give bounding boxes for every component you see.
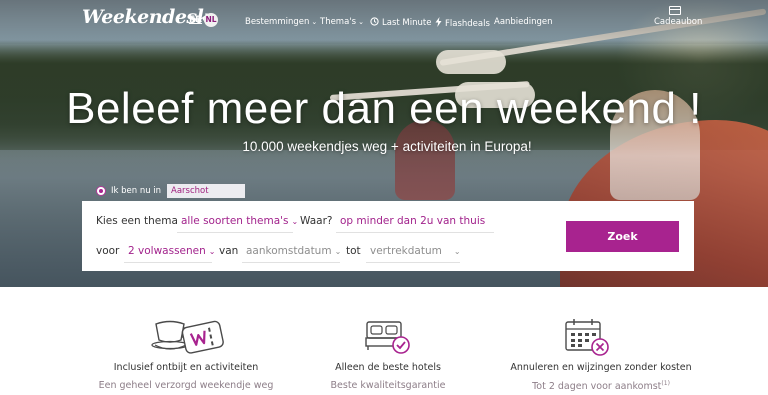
footnote-marker[interactable]: (1) [661, 380, 670, 387]
hero-subline: 10.000 weekendjes weg + activiteiten in … [242, 139, 532, 154]
location-label: Ik ben nu in [111, 186, 162, 196]
guests-for-label: voor [96, 245, 120, 257]
nav-aanbiedingen[interactable]: Aanbiedingen [494, 17, 553, 27]
arrival-underline [242, 262, 340, 263]
feature-2-subtitle: Beste kwaliteitsgarantie [330, 380, 446, 391]
where-underline [336, 232, 494, 233]
departure-to-label: tot [346, 245, 361, 257]
search-submit-button[interactable]: Zoek [566, 221, 679, 252]
arrival-date-input[interactable]: aankomstdatum ⌄ [246, 245, 341, 257]
nav-themas[interactable]: Thema's ⌄ [320, 17, 364, 27]
hero-headline: Beleef meer dan een weekend ! [66, 84, 702, 133]
nav-bestemmingen-label: Bestemmingen [245, 17, 310, 27]
departure-date-input[interactable]: vertrekdatum ⌄ [370, 245, 461, 257]
hero-paddle-blade-right [436, 50, 506, 74]
breakfast-voucher-icon [150, 316, 228, 362]
lightning-icon [435, 17, 442, 30]
theme-select[interactable]: alle soorten thema's ⌄ [181, 215, 298, 227]
nav-themas-label: Thema's [320, 17, 357, 27]
hotel-bed-icon [365, 318, 413, 362]
chevron-down-icon: ⌄ [453, 247, 461, 256]
guests-underline [124, 262, 212, 263]
chevron-down-icon: ⌄ [334, 247, 342, 256]
where-label: Waar? [300, 215, 333, 227]
language-nl-badge[interactable]: NL [204, 13, 218, 27]
guests-select-value: 2 volwassenen [128, 245, 206, 257]
feature-3-subtitle: Tot 2 dagen voor aankomst [532, 381, 662, 393]
theme-select-value: alle soorten thema's [181, 215, 289, 227]
theme-label: Kies een thema [96, 215, 178, 227]
feature-2-title: Alleen de beste hotels [335, 362, 441, 373]
nav-flashdeals-label: Flashdeals [445, 19, 490, 29]
feature-1-title: Inclusief ontbijt en activiteiten [113, 362, 259, 373]
clock-icon [370, 17, 379, 29]
feature-3-title: Annuleren en wijzingen zonder kosten [510, 362, 692, 373]
where-select[interactable]: op minder dan 2u van thuis [340, 215, 485, 227]
chevron-down-icon: ⌄ [358, 18, 364, 26]
departure-date-placeholder: vertrekdatum [370, 245, 442, 257]
nav-aanbiedingen-label: Aanbiedingen [494, 17, 553, 27]
location-radio[interactable] [96, 186, 106, 196]
arrival-from-label: van [219, 245, 239, 257]
nav-flashdeals[interactable]: Flashdeals [435, 17, 490, 30]
feature-3-subtitle-wrap: Tot 2 dagen voor aankomst(1) [488, 380, 714, 392]
chevron-down-icon: ⌄ [291, 217, 299, 226]
departure-underline [366, 262, 460, 263]
arrival-date-placeholder: aankomstdatum [246, 245, 332, 257]
chevron-down-icon: ⌄ [311, 18, 318, 26]
calendar-cancel-icon [564, 317, 612, 363]
gift-card-icon[interactable] [669, 6, 681, 15]
location-input[interactable] [167, 184, 245, 198]
nav-last-minute[interactable]: Last Minute [370, 17, 431, 29]
nav-bestemmingen[interactable]: Bestemmingen ⌄ [245, 17, 317, 27]
cadeaubon-link[interactable]: Cadeaubon [654, 17, 702, 27]
language-fr-link[interactable]: FR [189, 15, 202, 25]
theme-underline [177, 232, 293, 233]
chevron-down-icon: ⌄ [208, 247, 216, 256]
feature-1-subtitle: Een geheel verzorgd weekendje weg [98, 380, 274, 391]
nav-last-minute-label: Last Minute [382, 18, 432, 28]
guests-select[interactable]: 2 volwassenen ⌄ [128, 245, 215, 257]
